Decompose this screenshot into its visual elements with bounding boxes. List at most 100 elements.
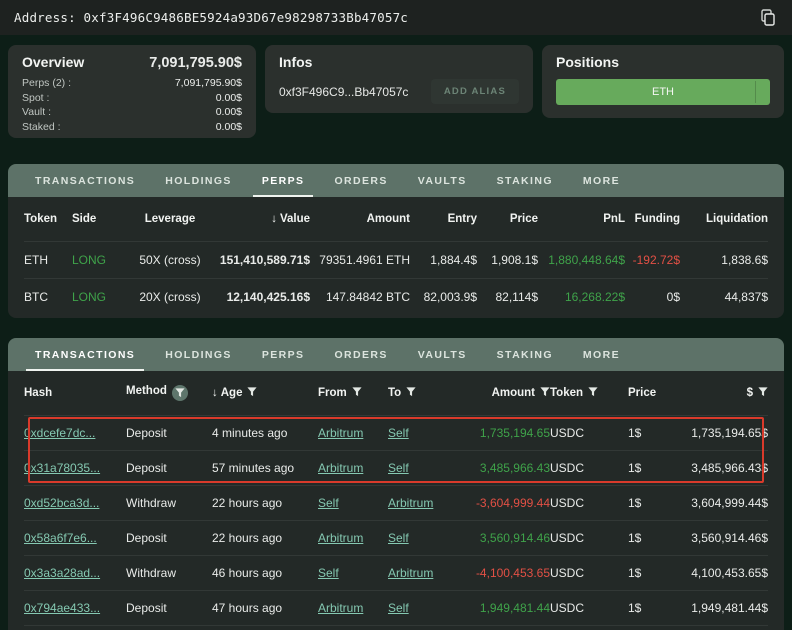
tab-holdings[interactable]: HOLDINGS: [150, 164, 247, 197]
tx-cell-hash[interactable]: 0x3a3a28ad...: [24, 566, 126, 580]
filter-icon[interactable]: [588, 387, 598, 400]
sort-icon[interactable]: ↓: [212, 387, 218, 399]
filter-icon[interactable]: [758, 387, 768, 400]
tx-cell-hash[interactable]: 0x31a78035...: [24, 461, 126, 475]
column-label: Liquidation: [706, 213, 768, 225]
perps-cell-side: LONG: [72, 253, 128, 267]
tx-cell-from[interactable]: Arbitrum: [318, 461, 388, 475]
tab-vaults[interactable]: VAULTS: [403, 338, 482, 371]
column-header-age[interactable]: ↓Age: [212, 387, 318, 400]
tx-cell-price: 1$: [628, 531, 688, 545]
filter-icon[interactable]: [247, 387, 257, 400]
tx-cell-amount: 3,485,966.43: [458, 461, 550, 475]
column-header-entry: Entry: [410, 213, 477, 225]
tab-more[interactable]: MORE: [568, 164, 635, 197]
transactions-table-header: HashMethod↓AgeFromToAmountTokenPrice$: [24, 371, 768, 415]
tx-cell-hash[interactable]: 0xdcefe7dc...: [24, 426, 126, 440]
tx-cell-method: Deposit: [126, 531, 212, 545]
overview-row-value: 0.00$: [216, 91, 242, 106]
tx-cell-from[interactable]: Self: [318, 566, 388, 580]
address-value: 0xf3F496C9486BE5924a93D67e98298733Bb4705…: [84, 10, 408, 25]
filter-icon[interactable]: [540, 387, 550, 400]
tx-cell-usd: 4,100,453.65$: [688, 566, 768, 580]
filter-icon[interactable]: [352, 387, 362, 400]
overview-row: Staked :0.00$: [22, 120, 242, 135]
tx-cell-age: 57 minutes ago: [212, 461, 318, 475]
tx-cell-to[interactable]: Self: [388, 426, 458, 440]
add-alias-button[interactable]: ADD ALIAS: [431, 79, 519, 104]
tx-cell-to[interactable]: Self: [388, 531, 458, 545]
tx-cell-usd: 3,604,999.44$: [688, 496, 768, 510]
tx-cell-to[interactable]: Arbitrum: [388, 566, 458, 580]
perps-panel: TRANSACTIONSHOLDINGSPERPSORDERSVAULTSSTA…: [8, 164, 784, 318]
column-header-from[interactable]: From: [318, 387, 388, 400]
tab-perps[interactable]: PERPS: [247, 338, 320, 371]
tab-transactions[interactable]: TRANSACTIONS: [20, 164, 150, 197]
tab-holdings[interactable]: HOLDINGS: [150, 338, 247, 371]
tx-cell-price: 1$: [628, 426, 688, 440]
tab-staking[interactable]: STAKING: [482, 338, 568, 371]
overview-row-label: Vault :: [22, 105, 51, 120]
tx-cell-hash[interactable]: 0x794ae433...: [24, 601, 126, 615]
column-label: Amount: [367, 213, 410, 225]
column-header-value[interactable]: ↓Value: [212, 213, 310, 225]
column-label: Funding: [635, 213, 680, 225]
tx-cell-from[interactable]: Self: [318, 496, 388, 510]
overview-row-label: Spot :: [22, 91, 49, 106]
tx-cell-hash[interactable]: 0x58a6f7e6...: [24, 531, 126, 545]
tab-vaults[interactable]: VAULTS: [403, 164, 482, 197]
copy-address-button[interactable]: [758, 7, 778, 29]
overview-title: Overview: [22, 54, 84, 70]
column-header-funding: Funding: [625, 213, 680, 225]
column-label: Entry: [448, 213, 477, 225]
tab-orders[interactable]: ORDERS: [319, 164, 402, 197]
column-label: Hash: [24, 387, 52, 399]
tx-cell-price: 1$: [628, 496, 688, 510]
filter-icon[interactable]: [172, 385, 188, 401]
column-label: Method: [126, 385, 167, 397]
positions-title: Positions: [556, 54, 770, 70]
tx-cell-to[interactable]: Arbitrum: [388, 496, 458, 510]
transaction-row: 0xdcefe7dc...Deposit4 minutes agoArbitru…: [24, 415, 768, 450]
perps-cell-price: 82,114$: [477, 290, 538, 304]
transaction-row: 0x58a6f7e6...Deposit22 hours agoArbitrum…: [24, 520, 768, 555]
perps-cell-entry: 82,003.9$: [410, 290, 477, 304]
perps-cell-liquidation: 44,837$: [680, 290, 768, 304]
perps-cell-leverage: 50X (cross): [128, 253, 212, 267]
column-header-$[interactable]: $: [688, 387, 768, 400]
infos-card: Infos 0xf3F496C9...Bb47057c ADD ALIAS: [265, 45, 533, 113]
tx-cell-amount: -4,100,453.65: [458, 566, 550, 580]
tx-cell-age: 22 hours ago: [212, 531, 318, 545]
tx-cell-to[interactable]: Self: [388, 461, 458, 475]
tx-cell-from[interactable]: Arbitrum: [318, 601, 388, 615]
tab-more[interactable]: MORE: [568, 338, 635, 371]
tab-staking[interactable]: STAKING: [482, 164, 568, 197]
tx-cell-usd: 3,560,914.46$: [688, 531, 768, 545]
position-eth-button[interactable]: ETH: [556, 79, 770, 105]
tx-cell-to[interactable]: Self: [388, 601, 458, 615]
column-header-method[interactable]: Method: [126, 385, 212, 401]
filter-icon[interactable]: [406, 387, 416, 400]
tab-orders[interactable]: ORDERS: [319, 338, 402, 371]
transaction-row: 0xd52bca3d...Withdraw22 hours agoSelfArb…: [24, 485, 768, 520]
tx-cell-amount: 1,949,481.44: [458, 601, 550, 615]
infos-title: Infos: [279, 54, 519, 70]
overview-breakdown: Perps (2) :7,091,795.90$Spot :0.00$Vault…: [22, 76, 242, 134]
column-header-token[interactable]: Token: [550, 387, 628, 400]
tx-cell-hash[interactable]: 0xd52bca3d...: [24, 496, 126, 510]
tx-cell-from[interactable]: Arbitrum: [318, 531, 388, 545]
tab-transactions[interactable]: TRANSACTIONS: [20, 338, 150, 371]
address-bar: Address: 0xf3F496C9486BE5924a93D67e98298…: [0, 0, 792, 35]
perps-cell-pnl: 1,880,448.64$: [538, 253, 625, 267]
column-label: Leverage: [145, 213, 196, 225]
tab-perps[interactable]: PERPS: [247, 164, 320, 197]
column-header-token: Token: [24, 213, 72, 225]
positions-card: Positions ETH: [542, 45, 784, 118]
sort-icon[interactable]: ↓: [271, 213, 277, 225]
column-header-amount[interactable]: Amount: [458, 387, 550, 400]
transaction-row: 0x3a3a28ad...Withdraw46 hours agoSelfArb…: [24, 555, 768, 590]
column-header-to[interactable]: To: [388, 387, 458, 400]
tx-cell-from[interactable]: Arbitrum: [318, 426, 388, 440]
tx-cell-amount: 3,560,914.46: [458, 531, 550, 545]
tx-cell-method: Withdraw: [126, 566, 212, 580]
